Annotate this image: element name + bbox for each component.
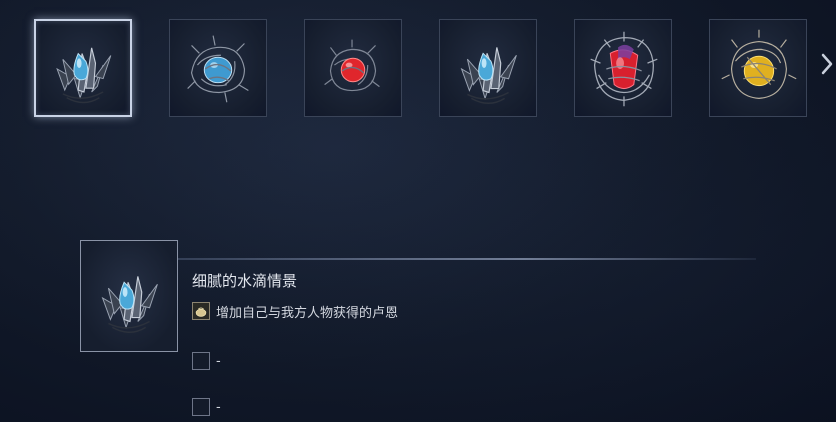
empty-effect-slot: [192, 398, 210, 416]
pouch-icon: [192, 302, 210, 320]
branch-gem-icon: [590, 31, 658, 107]
crystal-shard-icon: [460, 47, 517, 104]
effect-row-2: -: [192, 350, 221, 372]
thorn-nest-icon: [187, 35, 249, 103]
detail-item-icon: [80, 240, 178, 352]
effect-text: -: [216, 353, 221, 369]
item-slot-5[interactable]: [574, 19, 672, 117]
effect-text: 增加自己与我方人物获得的卢恩: [216, 305, 399, 321]
title-divider: [176, 258, 756, 260]
effect-row-3: -: [192, 396, 221, 418]
thorn-nest-icon: [324, 39, 380, 92]
item-slot-1[interactable]: [34, 19, 132, 117]
item-slot-6[interactable]: [709, 19, 807, 117]
empty-effect-slot: [192, 352, 210, 370]
chevron-right-icon[interactable]: [818, 50, 836, 78]
crystal-shard-icon: [101, 276, 158, 333]
item-selection-row: [0, 0, 836, 130]
crystal-shard-icon: [56, 47, 112, 104]
item-slot-4[interactable]: [439, 19, 537, 117]
item-detail-panel: 细腻的水滴情景 增加自己与我方人物获得的卢恩 - -: [80, 240, 780, 422]
effect-text: -: [216, 399, 221, 415]
item-slot-3[interactable]: [304, 19, 402, 117]
effect-row-1: 增加自己与我方人物获得的卢恩: [192, 300, 398, 322]
item-name: 细腻的水滴情景: [192, 272, 298, 290]
item-slot-2[interactable]: [169, 19, 267, 117]
thorn-nest-icon: [721, 29, 797, 99]
